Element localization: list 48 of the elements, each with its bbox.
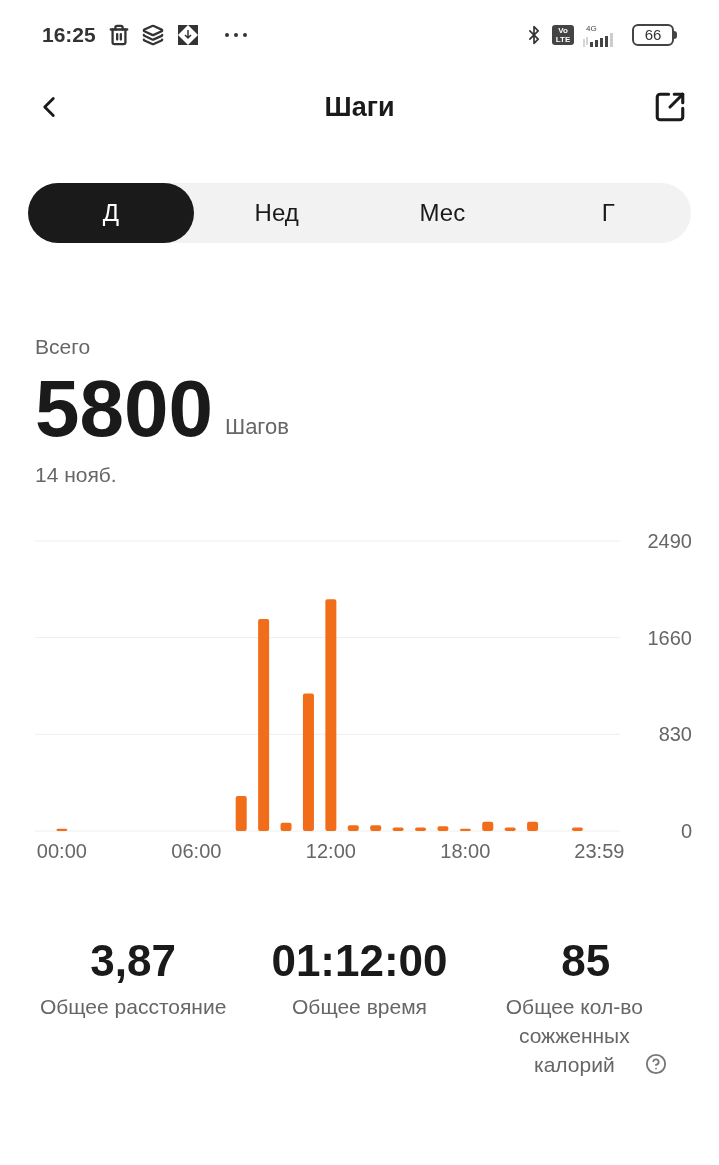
stat-label: Общее расстояние	[39, 994, 227, 1020]
y-axis-label: 0	[680, 820, 692, 842]
x-axis-label: 23:59	[574, 840, 625, 862]
stat-label: Общее кол-во сожженных калорий	[504, 994, 644, 1078]
total-label: Всего	[35, 334, 92, 360]
y-axis-label: 1660	[647, 626, 692, 649]
y-axis-label: 2490	[647, 530, 692, 552]
bar	[571, 827, 583, 831]
step-count: 5800	[35, 366, 213, 451]
trash-icon	[107, 24, 130, 46]
layers-icon	[141, 24, 164, 46]
period-tab[interactable]: Нед	[193, 183, 360, 243]
period-tab[interactable]: Д	[28, 183, 194, 243]
bar	[504, 827, 516, 831]
signal-icon	[582, 32, 616, 47]
more-icon	[223, 32, 248, 38]
download-icon	[175, 23, 200, 47]
bar	[392, 827, 404, 831]
share-icon	[653, 90, 687, 124]
bar	[459, 828, 471, 831]
bar	[347, 825, 359, 831]
bar	[415, 827, 426, 831]
bar	[235, 796, 247, 831]
date-label: 14 нояб.	[35, 461, 118, 488]
stat-value: 85	[561, 936, 611, 986]
stat-label: Общее время	[292, 994, 427, 1020]
network-type: 4G	[586, 23, 597, 33]
x-axis-label: 12:00	[305, 840, 356, 862]
bar	[370, 825, 382, 831]
battery-indicator: 66	[632, 24, 677, 46]
period-tab[interactable]: Мес	[359, 183, 526, 243]
x-axis-label: 06:00	[171, 840, 222, 862]
bar	[437, 826, 449, 831]
bar	[527, 821, 539, 831]
stat-value: 01:12:00	[271, 936, 448, 986]
step-unit: Шагов	[224, 412, 289, 441]
bar	[280, 822, 292, 831]
help-icon[interactable]	[645, 1053, 668, 1075]
x-axis-label: 18:00	[440, 840, 491, 862]
stat-value: 3,87	[90, 936, 176, 986]
bar	[56, 828, 68, 831]
bar	[482, 821, 494, 831]
x-axis-label: 00:00	[36, 840, 87, 862]
status-time: 16:25	[42, 22, 96, 49]
y-axis-label: 830	[658, 723, 692, 746]
period-tab[interactable]: Г	[525, 183, 691, 243]
page-title: Шаги	[324, 90, 395, 124]
volte-badge: Vo LTE	[552, 25, 574, 45]
